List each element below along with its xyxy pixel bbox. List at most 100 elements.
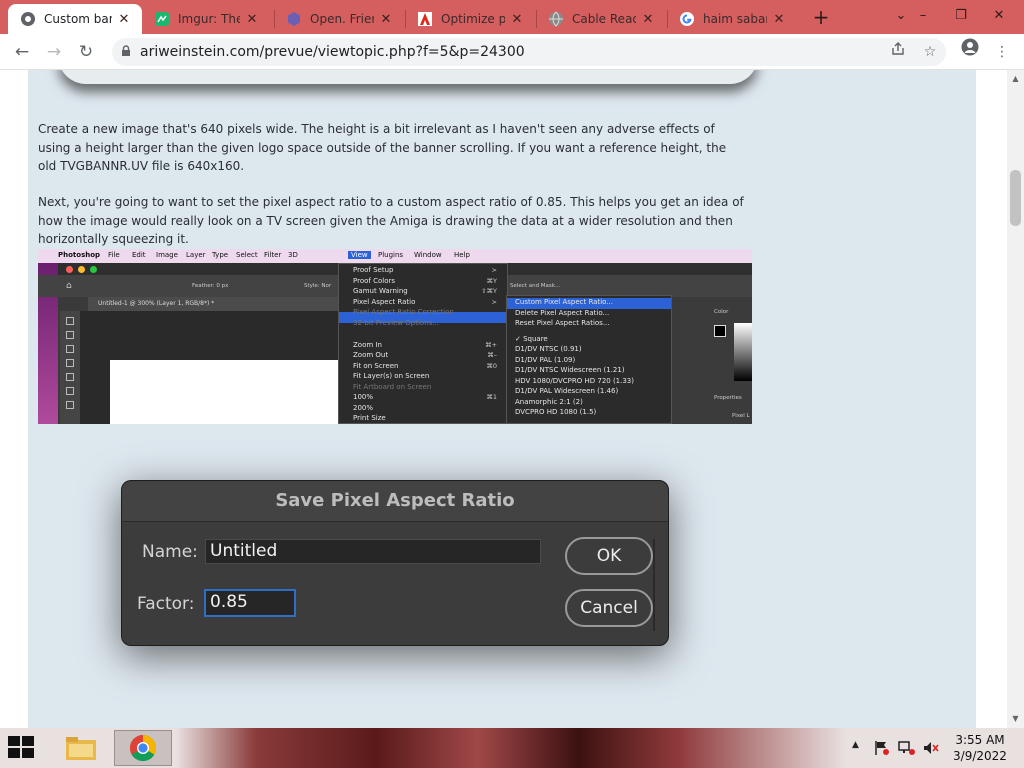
ps-toolbar [60, 311, 80, 424]
address-bar[interactable]: ariweinstein.com/prevue/viewtopic.php?f=… [112, 38, 946, 66]
ps-pixel-aspect-submenu: Custom Pixel Aspect Ratio... Delete Pixel… [506, 295, 672, 424]
restore-button[interactable]: ❐ [944, 4, 978, 30]
ps-zoom-dot [90, 266, 97, 273]
ps-color-panel-label: Color [714, 309, 729, 315]
windows-start-icon[interactable] [8, 736, 36, 760]
save-pixel-aspect-ratio-dialog: Save Pixel Aspect Ratio Name: Untitled F… [121, 480, 669, 646]
name-label: Name: [142, 542, 198, 562]
tab-label: Cable Ready [572, 12, 636, 26]
tab-open-friendly[interactable]: Open. Friendly ✕ [274, 4, 404, 34]
close-tab-icon[interactable]: ✕ [509, 12, 525, 27]
ps-menu-shortcut: > [491, 297, 497, 306]
ps-view-menu-item: Print Size [353, 414, 386, 422]
ps-menu-item: File [108, 251, 120, 259]
ps-properties-label: Properties [714, 395, 742, 401]
windows-taskbar: ▲ 3:55 AM 3/9/2022 [0, 728, 1024, 768]
tray-chevron-icon[interactable]: ▲ [852, 740, 859, 750]
tab-label: Open. Friendly [310, 12, 374, 26]
url-text: ariweinstein.com/prevue/viewtopic.php?f=… [140, 44, 525, 60]
chrome-taskbar-icon[interactable] [114, 730, 172, 766]
ps-view-menu-item: Fit Layer(s) on Screen [353, 372, 430, 380]
close-window-button[interactable]: ✕ [982, 4, 1016, 30]
tab-label: Imgur: The magic [178, 12, 240, 26]
ps-submenu-item: D1/DV NTSC (0.91) [515, 345, 582, 353]
ps-menu-shortcut: ⌘– [487, 351, 497, 359]
menu-kebab-icon[interactable]: ⋮ [988, 38, 1016, 66]
factor-field[interactable]: 0.85 [204, 589, 296, 617]
ps-view-menu-item: Fit Artboard on Screen [353, 382, 432, 391]
share-icon[interactable] [884, 38, 912, 66]
tab-optimize[interactable]: Optimize performance ✕ [405, 4, 535, 34]
ps-feather-option: Feather: 0 px [192, 283, 229, 289]
close-tab-icon[interactable]: ✕ [116, 12, 132, 27]
close-tab-icon[interactable]: ✕ [244, 12, 260, 27]
cancel-button[interactable]: Cancel [565, 589, 653, 627]
flag-icon[interactable] [874, 740, 890, 759]
ps-menu-shortcut: ⌘+ [485, 340, 497, 349]
forum-post: Create a new image that's 640 pixels wid… [28, 70, 976, 728]
close-tab-icon[interactable]: ✕ [771, 12, 787, 27]
reload-icon[interactable]: ↻ [72, 38, 100, 66]
ps-view-menu-item: Zoom In [353, 340, 382, 349]
ps-menu-item: Photoshop [58, 251, 101, 259]
ps-close-dot [66, 266, 73, 273]
chrome-icon [20, 11, 36, 27]
network-icon[interactable] [898, 740, 916, 759]
ps-menu-shortcut: ⇧⌘Y [481, 287, 497, 295]
clock-time: 3:55 AM [955, 733, 1005, 747]
ps-view-menu-item: Proof Colors [353, 276, 395, 285]
file-explorer-icon[interactable] [52, 730, 110, 766]
dialog-title: Save Pixel Aspect Ratio [275, 490, 515, 511]
ps-view-menu-item: 32-bit Preview Options... [353, 318, 439, 327]
ps-submenu-item: Reset Pixel Aspect Ratios... [515, 319, 610, 327]
ok-button[interactable]: OK [565, 537, 653, 575]
close-tab-icon[interactable]: ✕ [378, 12, 394, 27]
ps-menu-item: Layer [186, 251, 206, 259]
previous-image-edge [58, 70, 758, 84]
tab-label: Optimize performance [441, 12, 505, 26]
ps-pixel-layer-label: Pixel L [732, 413, 750, 419]
ps-menu-item: 3D [288, 251, 298, 259]
ps-color-gradient [734, 323, 752, 381]
tab-custom-banner[interactable]: Custom banner ✕ [8, 4, 142, 34]
home-icon: ⌂ [66, 281, 72, 291]
ps-menu-item: Filter [264, 251, 282, 259]
ps-canvas-document [110, 360, 338, 424]
volume-muted-icon[interactable] [922, 740, 940, 759]
photoshop-screenshot: Photoshop File Edit Image Layer Type Sel… [38, 249, 752, 424]
factor-label: Factor: [137, 594, 195, 614]
back-arrow-icon[interactable]: ← [8, 38, 36, 66]
ps-view-menu-item: Pixel Aspect Ratio Correction [353, 308, 454, 316]
scroll-up-arrow-icon[interactable]: ▲ [1007, 72, 1024, 86]
taskbar-clock[interactable]: 3:55 AM 3/9/2022 [944, 732, 1016, 764]
vertical-scrollbar[interactable]: ▲ ▼ [1007, 70, 1024, 728]
ps-view-menu: Proof Setup > Proof Colors ⌘Y Gamut Warning ⇧… [338, 263, 508, 424]
ps-view-menu-item: 100% [353, 393, 374, 401]
ps-submenu-item: D1/DV PAL (1.09) [515, 355, 576, 364]
imgur-icon [154, 11, 170, 27]
ps-submenu-item: Anamorphic 2:1 (2) [515, 397, 583, 406]
screen: Custom banner ✕ Imgur: The magic ✕ Open.… [0, 0, 1024, 768]
ps-menu-item: Help [454, 251, 470, 259]
post-paragraph-1: Create a new image that's 640 pixels wid… [38, 122, 727, 173]
forward-arrow-icon[interactable]: → [40, 38, 68, 66]
ps-menu-item-active: View [348, 251, 371, 259]
tab-haim-saban[interactable]: haim saban ✕ [667, 4, 797, 34]
tab-imgur[interactable]: Imgur: The magic ✕ [142, 4, 270, 34]
ps-menu-item: Image [156, 251, 178, 259]
close-tab-icon[interactable]: ✕ [640, 12, 656, 27]
new-tab-button[interactable]: + [808, 6, 834, 30]
tab-cable-ready[interactable]: Cable Ready ✕ [536, 4, 666, 34]
bookmark-star-icon[interactable]: ☆ [916, 38, 944, 66]
ps-menubar: Photoshop File Edit Image Layer Type Sel… [38, 249, 752, 263]
ps-menu-item: Plugins [378, 251, 404, 259]
scroll-thumb[interactable] [1010, 170, 1021, 226]
ps-menu-item: Edit [132, 251, 146, 259]
ps-style-option: Style: Nor [304, 283, 332, 289]
scroll-down-arrow-icon[interactable]: ▼ [1007, 712, 1024, 726]
ps-submenu-item: ✓ Square [515, 334, 548, 343]
minimize-button[interactable]: – [906, 4, 940, 30]
profile-avatar-icon[interactable] [956, 38, 984, 66]
google-icon [679, 11, 695, 27]
name-field[interactable]: Untitled [205, 539, 541, 564]
